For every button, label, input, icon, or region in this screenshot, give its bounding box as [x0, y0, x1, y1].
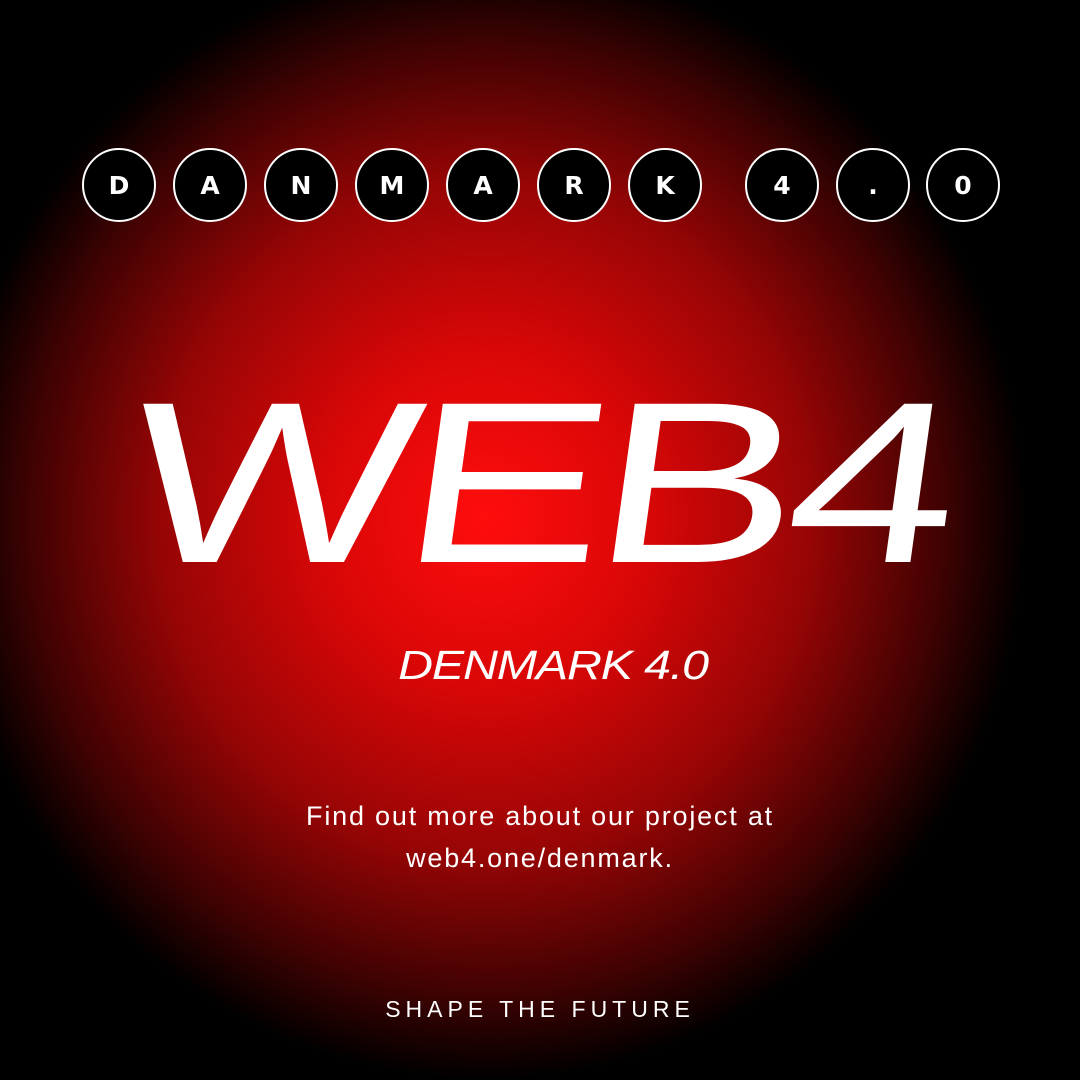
- banner-digit-4: 4: [745, 148, 819, 222]
- info-text: Find out more about our project at web4.…: [240, 795, 840, 879]
- info-line-1: Find out more about our project at: [306, 801, 774, 831]
- banner-letter-a: A: [173, 148, 247, 222]
- danmark-4-0-banner: D A N M A R K 4 . 0: [0, 148, 1080, 224]
- banner-digit-0: 0: [926, 148, 1000, 222]
- banner-digit-0-text: 0: [954, 170, 972, 200]
- banner-letter-d-text: D: [108, 170, 130, 200]
- banner-letter-r: R: [537, 148, 611, 222]
- banner-letter-n-text: N: [290, 170, 312, 200]
- tagline: SHAPE THE FUTURE: [385, 996, 695, 1022]
- banner-dot-text: .: [868, 170, 878, 200]
- subtitle: DENMARK 4.0: [398, 642, 709, 688]
- banner-digit-4-text: 4: [773, 170, 791, 200]
- banner-letter-d: D: [82, 148, 156, 222]
- banner-letter-a-2-text: A: [473, 170, 493, 200]
- banner-letter-m-text: M: [379, 170, 405, 200]
- banner-letter-a-2: A: [446, 148, 520, 222]
- banner-letter-r-text: R: [564, 170, 584, 200]
- info-line-2: web4.one/denmark.: [406, 843, 674, 873]
- banner-letter-a-text: A: [200, 170, 220, 200]
- banner-letter-m: M: [355, 148, 429, 222]
- banner-letter-k: K: [628, 148, 702, 222]
- banner-letter-k-text: K: [655, 170, 675, 200]
- banner-dot: .: [836, 148, 910, 222]
- poster: D A N M A R K 4 . 0 WEB4 DENMARK 4.0 Fin…: [0, 0, 1080, 1080]
- main-title: WEB4: [113, 354, 967, 611]
- banner-letter-n: N: [264, 148, 338, 222]
